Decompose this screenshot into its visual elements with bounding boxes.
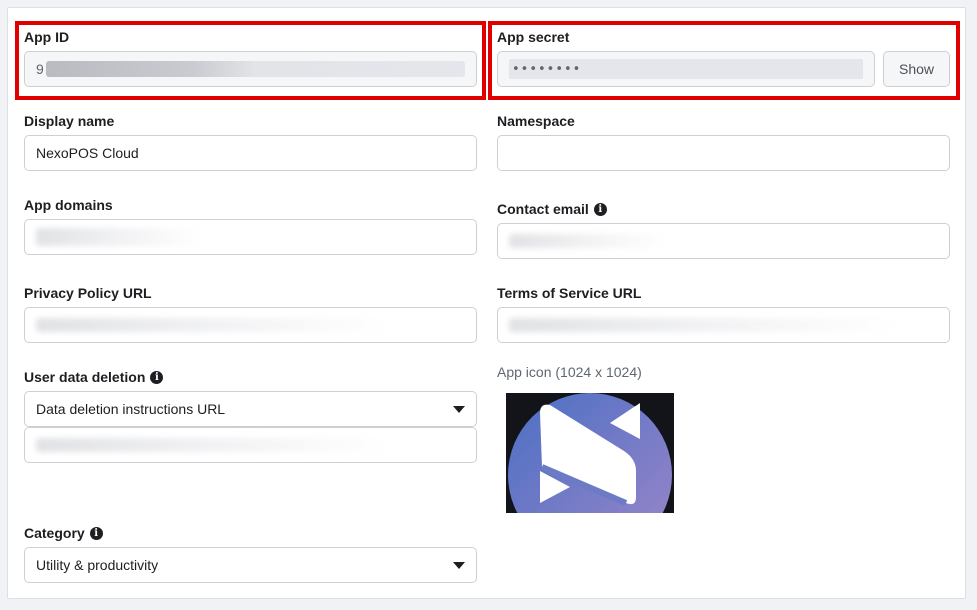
chevron-down-icon	[453, 405, 465, 413]
chevron-down-icon	[453, 561, 465, 569]
contact-email-label: Contact email	[497, 201, 589, 217]
data-deletion-url-obscured	[36, 438, 391, 452]
user-data-deletion-label: User data deletion	[24, 369, 146, 385]
namespace-label: Namespace	[497, 113, 575, 129]
terms-of-service-label: Terms of Service URL	[497, 285, 642, 301]
nexopos-logo-icon	[508, 393, 672, 513]
terms-of-service-obscured	[509, 318, 899, 332]
category-label-row: Category i	[24, 525, 103, 541]
app-domains-obscured	[36, 228, 201, 246]
display-name-label: Display name	[24, 113, 115, 129]
privacy-policy-input[interactable]	[24, 307, 477, 343]
privacy-policy-label: Privacy Policy URL	[24, 285, 152, 301]
app-secret-value: ••••••••	[512, 61, 582, 77]
category-selected: Utility & productivity	[36, 557, 159, 573]
data-deletion-url-input[interactable]	[24, 427, 477, 463]
app-icon-label: App icon (1024 x 1024)	[497, 364, 642, 380]
user-data-deletion-selected: Data deletion instructions URL	[36, 401, 226, 417]
terms-of-service-input[interactable]	[497, 307, 950, 343]
app-domains-label: App domains	[24, 197, 113, 213]
app-secret-label: App secret	[497, 29, 570, 45]
contact-email-info-icon[interactable]: i	[593, 202, 607, 216]
app-id-value: 9	[36, 61, 44, 77]
app-icon-image[interactable]	[506, 393, 674, 513]
category-info-icon[interactable]: i	[89, 526, 103, 540]
user-data-deletion-select[interactable]: Data deletion instructions URL	[24, 391, 477, 427]
app-domains-input[interactable]	[24, 219, 477, 255]
user-data-deletion-info-icon[interactable]: i	[150, 370, 164, 384]
app-id-label: App ID	[24, 29, 70, 45]
contact-email-obscured	[509, 234, 664, 248]
app-id-obscured	[45, 61, 465, 77]
contact-email-input[interactable]	[497, 223, 950, 259]
show-secret-button[interactable]: Show	[883, 51, 950, 87]
app-id-field[interactable]: 9	[24, 51, 477, 87]
display-name-value: NexoPOS Cloud	[36, 145, 139, 161]
contact-email-label-row: Contact email i	[497, 201, 607, 217]
privacy-policy-obscured	[36, 318, 391, 332]
app-secret-field[interactable]: ••••••••	[497, 51, 875, 87]
user-data-deletion-label-row: User data deletion i	[24, 369, 164, 385]
display-name-input[interactable]: NexoPOS Cloud	[24, 135, 477, 171]
category-label: Category	[24, 525, 85, 541]
category-select[interactable]: Utility & productivity	[24, 547, 477, 583]
namespace-input[interactable]	[497, 135, 950, 171]
